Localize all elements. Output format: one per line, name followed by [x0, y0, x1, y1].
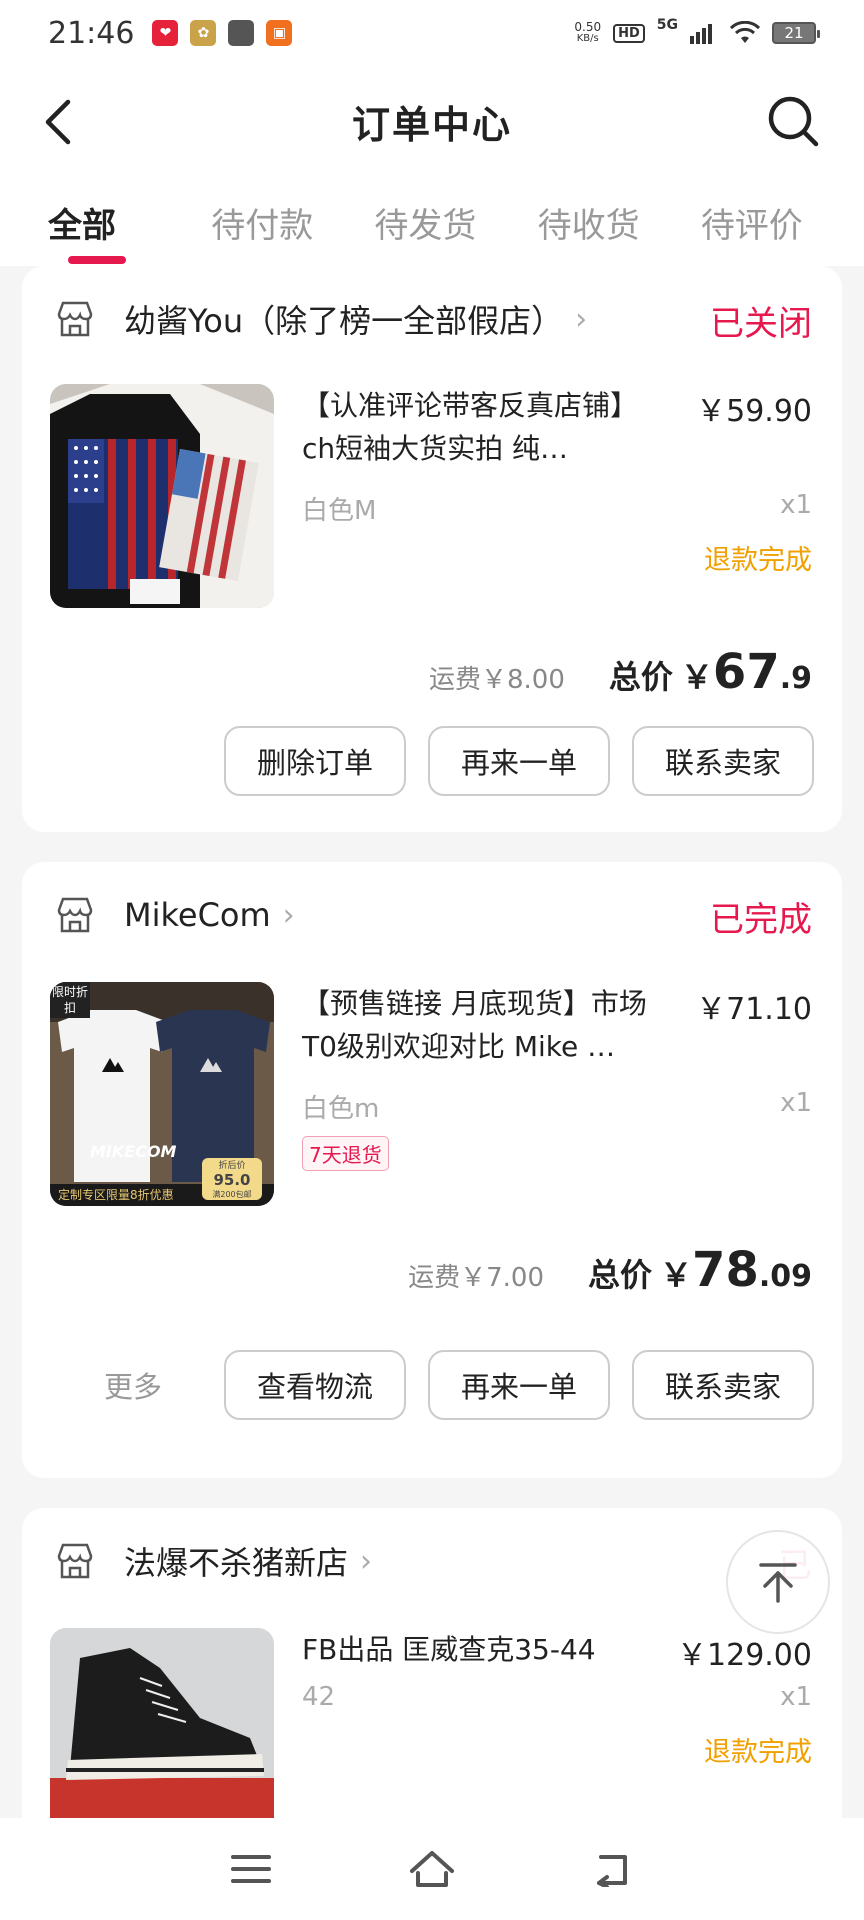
contact-seller-button[interactable]: 联系卖家	[632, 1350, 814, 1420]
hd-badge: HD	[613, 23, 645, 43]
total-decimal: .9	[779, 661, 812, 696]
shop-icon	[57, 897, 93, 933]
tab-all[interactable]: 全部	[48, 176, 211, 264]
product-price: ￥59.90	[696, 394, 812, 429]
order-card: MikeCom › 已完成 限时折扣 MIKECOM 定制专区限量8折优惠 折后…	[22, 862, 842, 1478]
shop-link[interactable]: 幼酱You（除了榜一全部假店） ›	[54, 294, 587, 344]
wifi-icon	[730, 21, 760, 43]
contact-seller-button[interactable]: 联系卖家	[632, 726, 814, 796]
order-total: 运费￥7.00 总价 ￥ 78 .09	[408, 1242, 812, 1298]
product-variant: 白色M	[302, 496, 377, 526]
total-currency: ￥	[680, 658, 713, 696]
thumb-badge: 限时折扣	[50, 982, 90, 1018]
tab-pending-shipment[interactable]: 待发货	[374, 176, 537, 247]
network-speed: 0.50 KB/s	[574, 20, 602, 44]
shop-name: MikeCom	[124, 896, 271, 934]
header: 订单中心	[0, 66, 864, 176]
notification-icons: ❤ ✿ ▣	[152, 20, 293, 46]
product-title[interactable]: 【预售链接 月底现货】市场T0级别欢迎对比 Mike …	[302, 982, 652, 1068]
total-integer: 78	[692, 1242, 759, 1298]
network-type: 5G	[656, 17, 678, 33]
return-policy-tag: 7天退货	[302, 1136, 389, 1171]
recent-apps-button[interactable]	[221, 1844, 281, 1894]
thumb-banner: 定制专区限量8折优惠	[58, 1188, 174, 1202]
status-bar: 21:46 ❤ ✿ ▣ 0.50 KB/s HD 5G 21	[0, 0, 864, 66]
reorder-button[interactable]: 再来一单	[428, 1350, 610, 1420]
chevron-right-icon: ›	[282, 897, 295, 933]
view-logistics-button[interactable]: 查看物流	[224, 1350, 406, 1420]
refund-status: 退款完成	[704, 545, 812, 576]
menu-icon	[230, 1855, 271, 1883]
order-actions: 更多 查看物流 再来一单 联系卖家	[104, 1350, 814, 1420]
product-thumbnail[interactable]: 限时折扣 MIKECOM 定制专区限量8折优惠 折后价 95.0 满200包邮	[50, 982, 274, 1206]
signal-icon	[690, 24, 712, 44]
search-icon	[768, 96, 819, 147]
refund-status: 退款完成	[704, 1737, 812, 1768]
shop-link[interactable]: MikeCom ›	[54, 890, 295, 940]
home-icon	[409, 1851, 454, 1887]
shop-name: 幼酱You（除了榜一全部假店）	[124, 302, 564, 340]
arrow-up-icon	[759, 1563, 797, 1603]
product-title[interactable]: FB出品 匡威查克35-44	[302, 1628, 652, 1671]
order-tabs: 全部 待付款 待发货 待收货 待评价	[0, 176, 864, 266]
chevron-right-icon: ›	[360, 1543, 373, 1579]
game-notification-icon: ✿	[190, 20, 217, 46]
reorder-button[interactable]: 再来一单	[428, 726, 610, 796]
back-button[interactable]	[38, 94, 78, 150]
search-button[interactable]	[766, 94, 822, 150]
sneaker-image	[50, 1628, 274, 1818]
status-right: 0.50 KB/s HD 5G 21	[574, 17, 820, 45]
total-label: 总价	[588, 1256, 653, 1294]
total-decimal: .09	[758, 1259, 812, 1294]
tshirt-image	[50, 384, 274, 608]
order-actions: 删除订单 再来一单 联系卖家	[224, 726, 814, 796]
product-price: ￥71.10	[696, 992, 812, 1027]
shop-icon	[57, 1543, 93, 1579]
shipping-fee: 运费￥8.00	[428, 665, 565, 695]
tab-pending-receipt[interactable]: 待收货	[538, 176, 701, 247]
shop-link[interactable]: 法爆不杀猪新店 ›	[54, 1536, 372, 1586]
product-qty: x1	[780, 1088, 812, 1118]
product-thumbnail[interactable]	[50, 384, 274, 608]
shipping-fee: 运费￥7.00	[408, 1263, 545, 1293]
back-arrow-icon	[45, 99, 71, 145]
battery-icon: 21	[772, 22, 820, 44]
system-nav-bar	[0, 1818, 864, 1920]
more-actions-link[interactable]: 更多	[104, 1364, 162, 1406]
chevron-right-icon: ›	[575, 301, 588, 337]
order-status: 已完成	[710, 900, 812, 940]
page-title: 订单中心	[351, 102, 512, 147]
order-card: 幼酱You（除了榜一全部假店） › 已关闭 【认准评论带客反真店铺】ch短袖大货…	[22, 266, 842, 832]
back-icon	[597, 1855, 628, 1887]
delete-order-button[interactable]: 删除订单	[224, 726, 406, 796]
tab-active-indicator	[68, 256, 126, 264]
square-notification-icon	[228, 20, 255, 46]
product-variant: 42	[302, 1682, 336, 1712]
back-to-top-button[interactable]	[726, 1530, 830, 1634]
orange-app-notification-icon: ▣	[266, 20, 293, 46]
shop-icon	[57, 301, 93, 337]
product-thumbnail[interactable]	[50, 1628, 274, 1818]
status-time: 21:46	[48, 15, 135, 51]
system-back-button[interactable]	[583, 1844, 643, 1894]
total-integer: 67	[712, 644, 780, 700]
product-price: ￥129.00	[677, 1638, 812, 1673]
product-qty: x1	[780, 490, 812, 520]
shop-name: 法爆不杀猪新店	[124, 1544, 349, 1582]
order-total: 运费￥8.00 总价 ￥ 67 .9	[429, 644, 812, 700]
total-currency: ￥	[660, 1256, 693, 1294]
product-title[interactable]: 【认准评论带客反真店铺】ch短袖大货实拍 纯…	[302, 384, 652, 470]
home-button[interactable]	[402, 1844, 462, 1894]
tab-pending-payment[interactable]: 待付款	[211, 176, 374, 247]
thumb-brand: MIKECOM	[90, 1142, 177, 1161]
product-qty: x1	[780, 1682, 812, 1712]
app-notification-icon: ❤	[152, 20, 179, 46]
tab-pending-review[interactable]: 待评价	[701, 176, 864, 247]
thumb-price-tag: 折后价 95.0 满200包邮	[212, 1161, 252, 1199]
order-status: 已关闭	[710, 304, 812, 344]
product-variant: 白色m	[302, 1094, 380, 1124]
total-label: 总价	[608, 658, 673, 696]
